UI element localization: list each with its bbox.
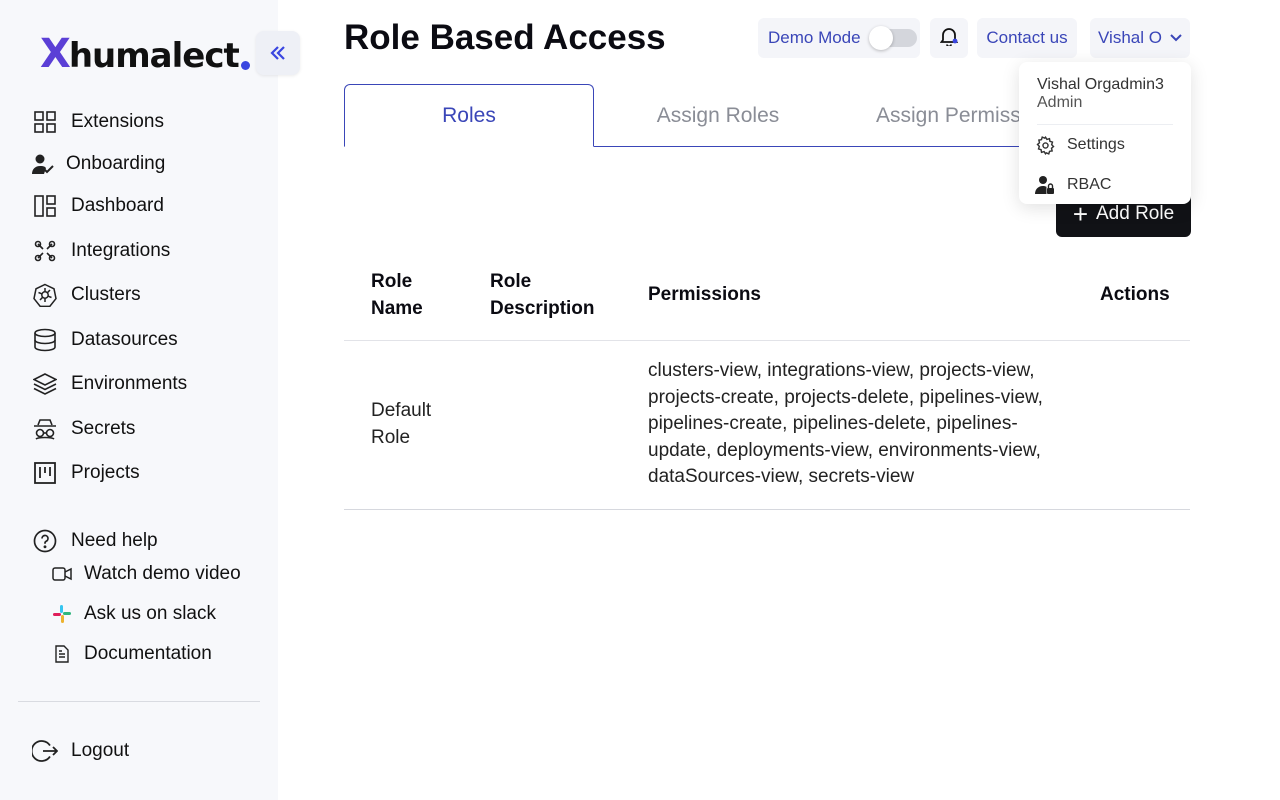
contact-us-link[interactable]: Contact us [977, 18, 1077, 58]
column-header-text: Role [371, 271, 413, 292]
sidebar: X humalect Extensions Onboarding Dashboa… [0, 0, 278, 800]
cell-text: dataSources-view, secrets-view [648, 466, 915, 487]
sidebar-item-label: Extensions [71, 111, 164, 132]
user-menu-item-rbac[interactable]: RBAC [1035, 175, 1111, 195]
row-divider [344, 509, 1190, 510]
user-role: Admin [1037, 94, 1083, 111]
question-circle-icon [32, 528, 58, 554]
logout-icon [32, 738, 58, 764]
brand-logo[interactable]: X humalect [40, 34, 250, 74]
sidebar-item-onboarding[interactable]: Onboarding [30, 150, 165, 178]
tab-roles[interactable]: Roles [344, 84, 594, 147]
grid-icon [32, 109, 58, 135]
help-item-label: Documentation [84, 643, 212, 664]
tab-label: Assign Roles [656, 103, 780, 127]
sidebar-item-secrets[interactable]: Secrets [32, 415, 135, 443]
user-menu-item-settings[interactable]: Settings [1035, 135, 1125, 155]
sidebar-item-label: Dashboard [71, 195, 164, 216]
cell-text: Role [371, 426, 411, 448]
column-header-text: Name [371, 298, 423, 319]
kanban-icon [32, 460, 58, 486]
layout-icon [32, 193, 58, 219]
integrations-icon [32, 238, 58, 264]
document-icon [52, 644, 72, 664]
demo-mode-switch[interactable] [868, 26, 917, 50]
brand-logo-text: humalect [68, 36, 240, 76]
cell-text: update, deployments-view, environments-v… [648, 439, 1041, 461]
spy-icon [32, 416, 58, 442]
add-role-label: Add Role [1096, 202, 1175, 224]
help-item-label: Watch demo video [84, 563, 241, 584]
help-item-label: Ask us on slack [84, 603, 216, 624]
need-help-heading[interactable]: Need help [32, 527, 158, 555]
logout-label: Logout [71, 740, 130, 761]
column-header-permissions: Permissions [648, 284, 761, 305]
kubernetes-icon [32, 282, 58, 308]
cell-text: projects-create, projects-delete, pipeli… [648, 386, 1043, 408]
sidebar-item-label: Environments [71, 373, 188, 394]
gear-icon [1035, 135, 1055, 155]
tab-assign-roles[interactable]: Assign Roles [594, 84, 842, 147]
tab-label: Assign Permiss [876, 103, 1021, 127]
sidebar-item-label: Clusters [71, 284, 141, 305]
help-item-watch-demo[interactable]: Watch demo video [52, 561, 241, 587]
bell-icon [939, 26, 959, 51]
page-title: Role Based Access [344, 18, 666, 57]
column-header-role-description: Role Description [490, 268, 595, 322]
user-menu-divider [1037, 124, 1173, 125]
demo-mode-toggle[interactable]: Demo Mode [758, 18, 920, 58]
notifications-button[interactable] [930, 18, 968, 58]
tab-label: Roles [442, 103, 496, 127]
help-item-documentation[interactable]: Documentation [52, 641, 212, 667]
database-icon [32, 327, 58, 353]
layers-icon [32, 371, 58, 397]
sidebar-item-label: Datasources [71, 329, 178, 350]
collapse-sidebar-button[interactable] [256, 31, 300, 75]
slack-icon [52, 604, 72, 624]
cell-text: Default [371, 400, 432, 421]
column-header-actions: Actions [1100, 284, 1170, 305]
user-menu-dropdown: Vishal Orgadmin3 Admin Settings RBAC [1019, 62, 1191, 204]
sidebar-item-label: Projects [71, 462, 140, 483]
sidebar-item-label: Secrets [71, 418, 136, 439]
sidebar-item-integrations[interactable]: Integrations [32, 237, 170, 265]
cell-role-name: Default Role [371, 398, 431, 451]
sidebar-item-environments[interactable]: Environments [32, 370, 187, 398]
cell-text: clusters-view, integrations-view, projec… [648, 360, 1035, 381]
sidebar-item-extensions[interactable]: Extensions [32, 108, 164, 136]
user-menu-label: Vishal O [1098, 28, 1162, 47]
user-full-name: Vishal Orgadmin3 [1037, 76, 1164, 93]
user-menu-button[interactable]: Vishal O [1090, 18, 1190, 58]
column-header-text: Description [490, 298, 595, 319]
toggle-knob [868, 26, 893, 50]
contact-us-label: Contact us [986, 28, 1068, 47]
chevrons-left-icon [270, 40, 286, 66]
column-header-role-name: Role Name [371, 268, 423, 322]
video-icon [52, 564, 72, 584]
cell-permissions: clusters-view, integrations-view, projec… [648, 358, 1043, 491]
plus-icon: + [1072, 198, 1088, 229]
sidebar-item-clusters[interactable]: Clusters [32, 281, 141, 309]
user-check-icon [30, 151, 56, 177]
cell-text: pipelines-create, pipelines-delete, pipe… [648, 413, 1018, 434]
brand-logo-mark: X [40, 31, 71, 77]
help-item-slack[interactable]: Ask us on slack [52, 601, 216, 627]
sidebar-item-datasources[interactable]: Datasources [32, 326, 178, 354]
need-help-label: Need help [71, 530, 158, 551]
brand-logo-dot [240, 61, 250, 70]
sidebar-item-label: Onboarding [66, 153, 166, 174]
sidebar-item-label: Integrations [71, 240, 171, 261]
logout-button[interactable]: Logout [32, 737, 129, 765]
header-row-divider [344, 340, 1190, 341]
chevron-down-icon [1170, 34, 1182, 42]
sidebar-item-dashboard[interactable]: Dashboard [32, 192, 164, 220]
demo-mode-label: Demo Mode [768, 28, 861, 47]
sidebar-item-projects[interactable]: Projects [32, 459, 140, 487]
sidebar-divider [18, 701, 260, 702]
user-menu-item-label: Settings [1067, 136, 1125, 153]
column-header-text: Role [490, 271, 532, 292]
user-lock-icon [1035, 175, 1055, 195]
user-menu-item-label: RBAC [1067, 176, 1112, 193]
